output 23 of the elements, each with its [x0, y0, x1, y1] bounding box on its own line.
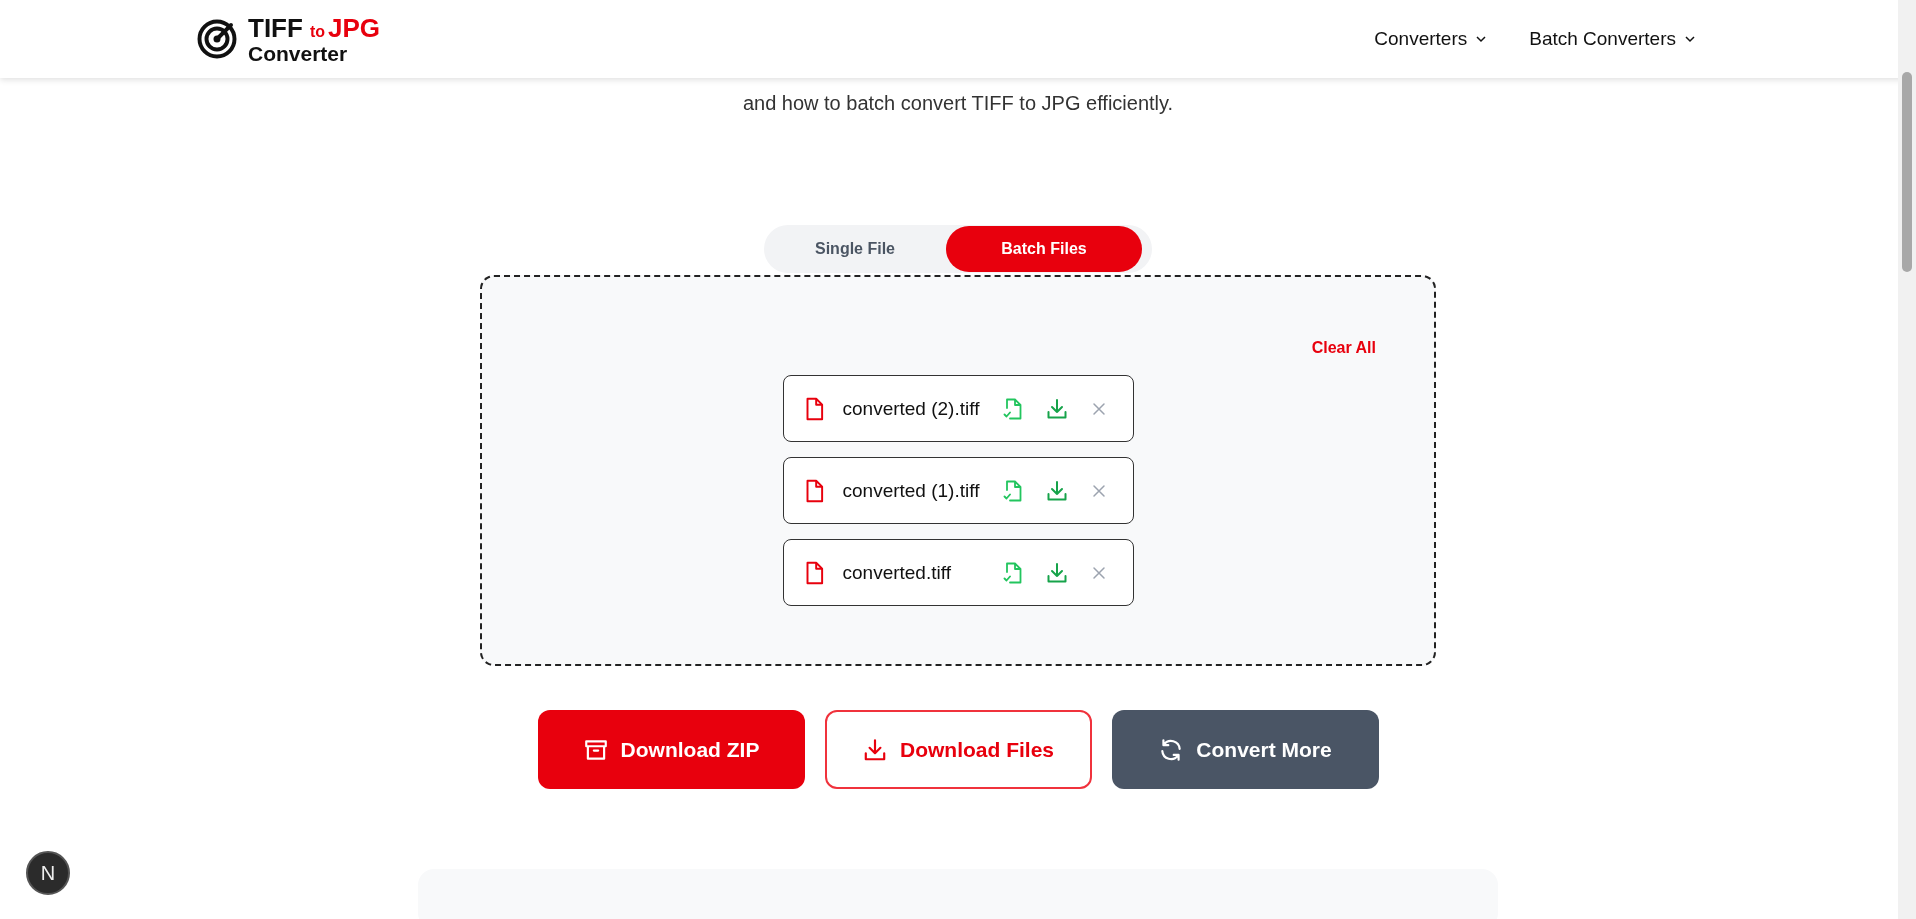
logo-text: JPG	[328, 14, 380, 41]
target-icon	[196, 18, 238, 60]
file-name: converted (2).tiff	[842, 397, 981, 420]
scrollbar[interactable]	[1898, 0, 1916, 919]
logo-text: TIFF	[248, 14, 303, 41]
clear-all-button[interactable]: Clear All	[1311, 339, 1376, 357]
logo-text: Converter	[248, 42, 349, 64]
mode-tab[interactable]: Single File	[764, 226, 946, 272]
chevron-down-icon	[1684, 33, 1696, 45]
download-files-button[interactable]: Download Files	[824, 710, 1092, 789]
dev-badge[interactable]: N	[26, 851, 70, 895]
chevron-down-icon	[1475, 33, 1488, 45]
intro-text: and how to batch convert TIFF to JPG efficiently.	[742, 92, 1174, 115]
download-zip-button[interactable]: Download ZIP	[537, 710, 805, 789]
nav-menu-button[interactable]: Batch Converters	[1529, 28, 1696, 50]
download-icon	[862, 736, 888, 763]
mode-tab[interactable]: Batch Files	[946, 226, 1142, 272]
file-name: converted.tiff	[842, 561, 952, 584]
nav-menu-button[interactable]: Converters	[1374, 28, 1488, 50]
convert-more-button[interactable]: Convert More	[1111, 710, 1379, 789]
scrollbar-thumb[interactable]	[1902, 72, 1912, 272]
file-name: converted (1).tiff	[842, 479, 981, 502]
logo-text: to	[309, 23, 325, 40]
